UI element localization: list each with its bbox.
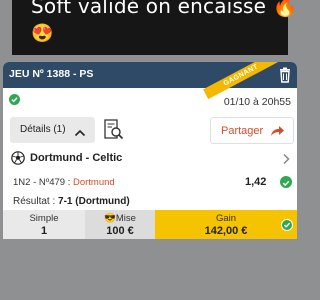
trash-icon[interactable]	[275, 65, 295, 85]
bet-datetime: 01/10 à 20h55	[223, 96, 291, 108]
bet-type-cell: Simple 1	[3, 210, 85, 239]
pick-prefix: 1N2 - Nº479 :	[13, 177, 73, 188]
stake-cell: 😎Mise 100 €	[85, 210, 155, 239]
story-caption-emoji: 😍	[31, 23, 54, 43]
share-label: Partager	[221, 125, 264, 137]
stake-label-wrap: 😎Mise	[85, 213, 155, 224]
stake-label: Mise	[115, 213, 136, 224]
story-caption: Soft validé on encaisse 🔥	[31, 0, 298, 18]
ticket-header: JEU Nº 1388 - PS GAGNANT	[3, 62, 297, 100]
chevron-right-icon	[281, 152, 291, 165]
result-line: Résultat : 7-1 (Dortmund)	[13, 196, 130, 207]
match-name: Dortmund - Celtic	[30, 152, 123, 164]
pick-team: Dortmund	[72, 177, 115, 188]
sunglasses-emoji: 😎	[104, 213, 116, 224]
check-icon	[9, 94, 20, 105]
match-row[interactable]: Dortmund - Celtic	[3, 148, 297, 168]
pick-line: 1N2 - Nº479 : Dortmund	[13, 177, 115, 188]
gain-value: 142,00 €	[204, 225, 248, 237]
bet-type-value: 1	[40, 225, 48, 237]
result-label: Résultat :	[13, 196, 59, 207]
share-button[interactable]: Partager	[210, 117, 294, 144]
result-value: 7-1 (Dortmund)	[58, 196, 130, 207]
bet-ticket-card: JEU Nº 1388 - PS GAGNANT 01/10 à 20h55 D…	[3, 62, 297, 239]
check-icon	[281, 219, 293, 231]
details-label: Détails (1)	[20, 124, 66, 135]
bet-type-label: Simple	[29, 213, 59, 224]
stake-value: 100 €	[106, 225, 134, 237]
gain-label: Gain	[215, 213, 237, 224]
soccer-ball-icon	[11, 151, 25, 165]
gain-cell: Gain 142,00 €	[155, 210, 297, 239]
chevron-up-icon	[74, 125, 86, 137]
details-button[interactable]: Détails (1)	[10, 117, 95, 143]
check-icon	[280, 176, 292, 188]
share-arrow-icon	[269, 124, 285, 138]
receipt-search-icon[interactable]	[99, 117, 127, 143]
ticket-summary: Simple 1 😎Mise 100 € Gain 142,00 €	[3, 210, 297, 239]
game-title: JEU Nº 1388 - PS	[9, 68, 94, 80]
odds-value: 1,42	[245, 176, 267, 188]
